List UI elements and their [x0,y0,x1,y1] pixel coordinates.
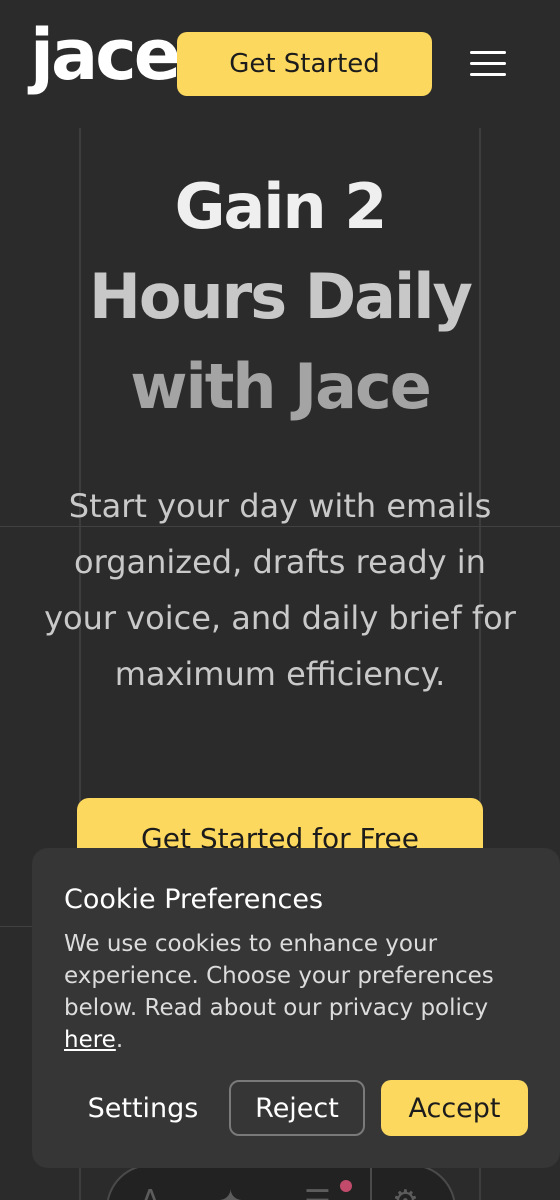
cookie-title: Cookie Preferences [64,884,324,915]
privacy-policy-link[interactable]: here [64,1027,116,1053]
magic-wand-icon[interactable]: ✦ [218,1184,243,1200]
hero-subtitle: Start your day with emails organized, dr… [44,487,516,693]
site-header: jace Get Started [0,0,560,128]
settings-gear-icon[interactable]: ⚙ [392,1184,419,1200]
hero-title: Gain 2 Hours Daily with Jace [40,162,520,432]
cookie-accept-button[interactable]: Accept [381,1080,528,1136]
cookie-reject-button[interactable]: Reject [229,1080,365,1136]
text-format-icon[interactable]: A [140,1184,161,1200]
hamburger-menu-icon[interactable] [470,51,506,77]
cookie-banner: Cookie Preferences We use cookies to enh… [32,848,560,1168]
editor-toolbar: A ✦ ☰ ⚙ [106,1164,456,1200]
hero-title-line-3: with Jace [130,350,432,423]
cookie-text-end: . [115,1027,124,1053]
cookie-settings-button[interactable]: Settings [72,1080,214,1136]
logo[interactable]: jace [30,20,181,90]
get-started-button[interactable]: Get Started [177,32,432,96]
cookie-text-body: We use cookies to enhance your experienc… [64,931,494,1021]
toolbar-divider [370,1166,372,1200]
page: jace Get Started Gain 2 Hours Daily with… [0,0,560,1200]
align-icon[interactable]: ☰ [304,1184,331,1200]
hero-title-line-2: Hours Daily [89,260,473,333]
cookie-text: We use cookies to enhance your experienc… [64,928,534,1056]
notification-dot [340,1180,352,1192]
hero-title-line-1: Gain 2 [174,170,388,243]
